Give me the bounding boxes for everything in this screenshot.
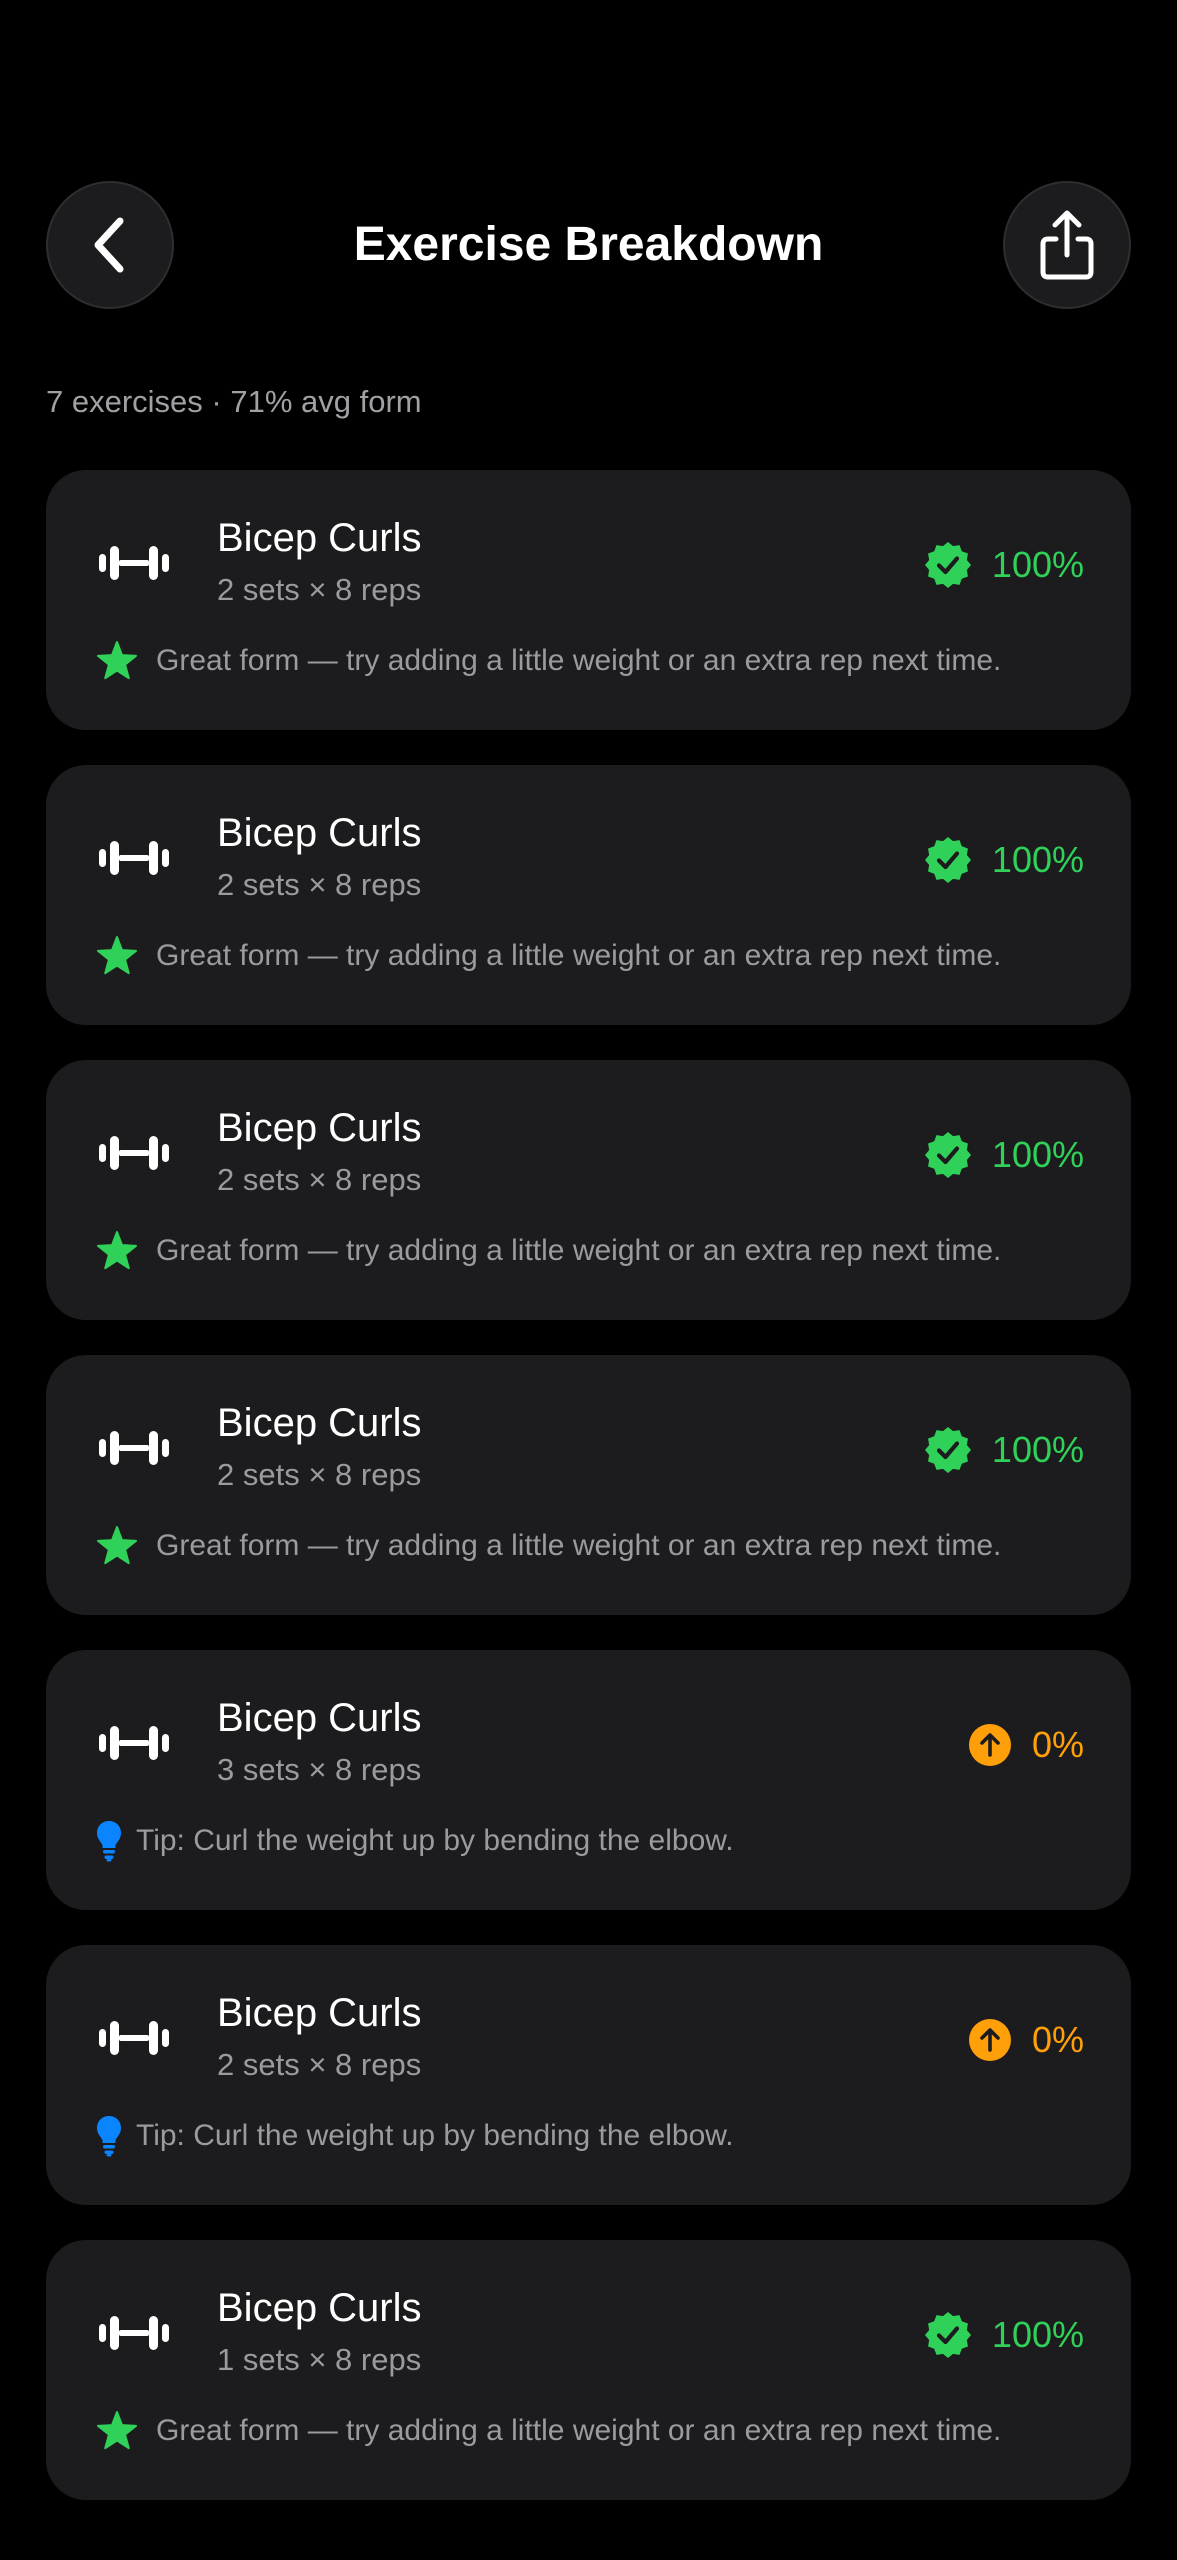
exercise-sets-reps: 2 sets × 8 reps [217, 1457, 422, 1492]
feedback-note: Great form — try adding a little weight … [96, 935, 1001, 977]
exercise-name: Bicep Curls [217, 1991, 422, 2035]
form-score-value: 0% [1031, 2019, 1084, 2060]
star-icon [96, 640, 138, 682]
form-score: 100% [924, 2310, 1084, 2360]
verified-badge-icon [924, 541, 972, 589]
dumbbell-icon [97, 543, 171, 588]
form-score: 0% [968, 1720, 1084, 1770]
feedback-note: Great form — try adding a little weight … [96, 1525, 1001, 1567]
exercise-sets-reps: 3 sets × 8 reps [217, 1752, 422, 1787]
feedback-note: Tip: Curl the weight up by bending the e… [96, 1820, 734, 1862]
summary-text: 7 exercises · 71% avg form [46, 384, 422, 419]
dumbbell-icon [97, 838, 171, 883]
dumbbell-icon [97, 1723, 171, 1768]
star-icon [96, 1230, 138, 1272]
feedback-text: Great form — try adding a little weight … [156, 1529, 1002, 1562]
exercise-sets-reps: 1 sets × 8 reps [217, 2342, 422, 2377]
exercise-name: Bicep Curls [217, 811, 422, 855]
dumbbell-icon [97, 2313, 171, 2358]
exercise-name: Bicep Curls [217, 516, 422, 560]
exercise-sets-reps: 2 sets × 8 reps [217, 1162, 422, 1197]
form-score-value: 100% [991, 1429, 1084, 1470]
dumbbell-icon [97, 2018, 171, 2063]
star-icon [96, 935, 138, 977]
header: Exercise Breakdown [46, 181, 1131, 309]
feedback-note: Great form — try adding a little weight … [96, 1230, 1001, 1272]
verified-badge-icon [924, 1131, 972, 1179]
exercise-sets-reps: 2 sets × 8 reps [217, 867, 422, 902]
feedback-text: Great form — try adding a little weight … [156, 1234, 1002, 1267]
feedback-text: Great form — try adding a little weight … [156, 2414, 1002, 2447]
exercise-name: Bicep Curls [217, 1106, 422, 1150]
exercise-sets-reps: 2 sets × 8 reps [217, 572, 422, 607]
exercise-card[interactable]: Bicep Curls 3 sets × 8 reps 0% Tip: Curl th… [46, 1650, 1131, 1910]
feedback-text: Tip: Curl the weight up by bending the e… [136, 2119, 734, 2152]
feedback-note: Great form — try adding a little weight … [96, 640, 1001, 682]
feedback-text: Great form — try adding a little weight … [156, 939, 1002, 972]
exercise-card[interactable]: Bicep Curls 2 sets × 8 reps 0% Tip: Curl th… [46, 1945, 1131, 2205]
arrow-up-circle-icon [968, 2018, 1012, 2062]
feedback-note: Great form — try adding a little weight … [96, 2410, 1001, 2452]
exercise-name: Bicep Curls [217, 2286, 422, 2330]
verified-badge-icon [924, 836, 972, 884]
form-score: 100% [924, 835, 1084, 885]
star-icon [96, 2410, 138, 2452]
form-score: 0% [968, 2015, 1084, 2065]
exercise-card[interactable]: Bicep Curls 2 sets × 8 reps 100% Great form… [46, 765, 1131, 1025]
form-score-value: 100% [991, 2314, 1084, 2355]
exercise-name: Bicep Curls [217, 1696, 422, 1740]
form-score-value: 100% [991, 1134, 1084, 1175]
share-icon [1040, 210, 1094, 280]
feedback-text: Great form — try adding a little weight … [156, 644, 1002, 677]
exercise-breakdown-screen: Exercise Breakdown 7 exercises · 71% avg… [0, 0, 1177, 2560]
form-score: 100% [924, 540, 1084, 590]
share-button[interactable] [1003, 181, 1131, 309]
star-icon [96, 1525, 138, 1567]
verified-badge-icon [924, 2311, 972, 2359]
verified-badge-icon [924, 1426, 972, 1474]
exercise-list: Bicep Curls 2 sets × 8 reps 100% Great form… [46, 470, 1131, 2535]
form-score: 100% [924, 1425, 1084, 1475]
exercise-sets-reps: 2 sets × 8 reps [217, 2047, 422, 2082]
exercise-name: Bicep Curls [217, 1401, 422, 1445]
page-title: Exercise Breakdown [353, 218, 824, 271]
form-score-value: 100% [991, 544, 1084, 585]
feedback-note: Tip: Curl the weight up by bending the e… [96, 2115, 734, 2157]
exercise-card[interactable]: Bicep Curls 2 sets × 8 reps 100% Great form… [46, 1355, 1131, 1615]
exercise-card[interactable]: Bicep Curls 2 sets × 8 reps 100% Great form… [46, 1060, 1131, 1320]
form-score-value: 100% [991, 839, 1084, 880]
dumbbell-icon [97, 1428, 171, 1473]
feedback-text: Tip: Curl the weight up by bending the e… [136, 1824, 734, 1857]
lightbulb-icon [96, 2115, 122, 2157]
form-score: 100% [924, 1130, 1084, 1180]
arrow-up-circle-icon [968, 1723, 1012, 1767]
exercise-card[interactable]: Bicep Curls 1 sets × 8 reps 100% Great form… [46, 2240, 1131, 2500]
dumbbell-icon [97, 1133, 171, 1178]
lightbulb-icon [96, 1820, 122, 1862]
exercise-card[interactable]: Bicep Curls 2 sets × 8 reps 100% Great form… [46, 470, 1131, 730]
form-score-value: 0% [1031, 1724, 1084, 1765]
